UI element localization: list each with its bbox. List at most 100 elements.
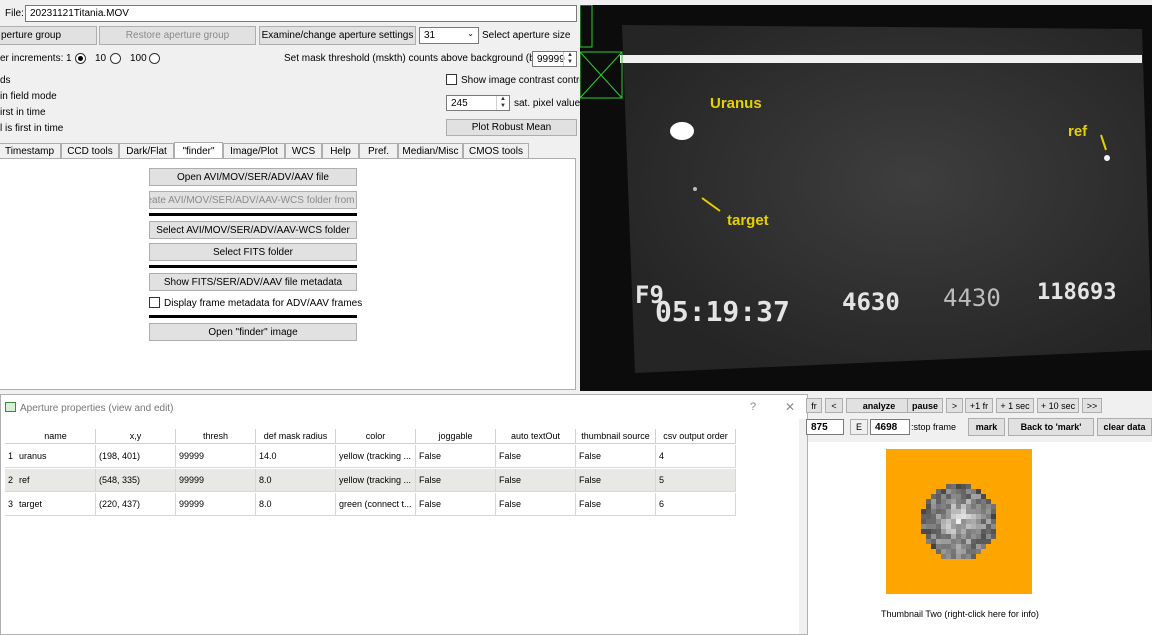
table-cell[interactable]: 99999: [176, 493, 256, 516]
column-header-name[interactable]: name: [16, 429, 96, 444]
column-header-mask-radius[interactable]: def mask radius: [256, 429, 336, 444]
plus-ten-sec-button[interactable]: + 10 sec: [1037, 398, 1079, 413]
table-cell[interactable]: False: [496, 445, 576, 468]
table-cell[interactable]: 4: [656, 445, 736, 468]
clear-data-button[interactable]: clear data: [1097, 418, 1152, 436]
plus-one-frame-button[interactable]: +1 fr: [965, 398, 993, 413]
tab-wcs[interactable]: WCS: [285, 143, 322, 159]
sat-pixel-input[interactable]: 245 ▲ ▼: [446, 95, 510, 111]
add-aperture-group-button[interactable]: perture group: [0, 26, 97, 45]
tab-pref[interactable]: Pref.: [359, 143, 398, 159]
stop-frame-input[interactable]: 4698: [870, 419, 910, 435]
plus-one-sec-button[interactable]: + 1 sec: [996, 398, 1034, 413]
table-cell[interactable]: False: [576, 469, 656, 492]
table-cell[interactable]: yellow (tracking ...: [336, 445, 416, 468]
column-header-xy[interactable]: x,y: [96, 429, 176, 444]
tab-help[interactable]: Help: [322, 143, 359, 159]
open-file-button[interactable]: Open AVI/MOV/SER/ADV/AAV file: [149, 168, 357, 186]
column-header-thumbnail-source[interactable]: thumbnail source: [576, 429, 656, 444]
thumbnail-pixel: [936, 539, 941, 544]
table-cell[interactable]: (220, 437): [96, 493, 176, 516]
table-cell[interactable]: ref: [16, 469, 96, 492]
fast-forward-button[interactable]: >>: [1082, 398, 1102, 413]
spinner-icon[interactable]: ▲ ▼: [496, 96, 509, 110]
increment-radio-10[interactable]: [110, 53, 121, 64]
column-header-color[interactable]: color: [336, 429, 416, 444]
examine-aperture-settings-button[interactable]: Examine/change aperture settings: [259, 26, 416, 45]
table-cell[interactable]: False: [416, 493, 496, 516]
analyze-button[interactable]: analyze: [846, 398, 912, 413]
tab-cmos-tools[interactable]: CMOS tools: [463, 143, 529, 159]
tab-timestamp[interactable]: Timestamp: [0, 143, 61, 159]
table-cell[interactable]: False: [576, 493, 656, 516]
start-frame-input[interactable]: 875: [806, 419, 844, 435]
back-button[interactable]: <: [825, 398, 843, 413]
thumbnail-pixel: [956, 504, 961, 509]
select-fits-folder-button[interactable]: Select FITS folder: [149, 243, 357, 261]
create-folder-button[interactable]: Create AVI/MOV/SER/ADV/AAV-WCS folder fr…: [149, 191, 357, 209]
control-panel: File: 20231121Titania.MOV perture group …: [0, 0, 587, 392]
spinner-icon[interactable]: ▲ ▼: [563, 52, 576, 66]
increment-radio-1[interactable]: [75, 53, 86, 64]
tab-finder[interactable]: "finder": [174, 142, 223, 159]
back-to-mark-button[interactable]: Back to 'mark': [1008, 418, 1094, 436]
thumbnail-pixel: [936, 489, 941, 494]
forward-button[interactable]: >: [946, 398, 963, 413]
aperture-size-select[interactable]: 31 ⌄: [419, 27, 479, 44]
thumbnail-pixel: [921, 514, 926, 519]
column-header-joggable[interactable]: joggable: [416, 429, 496, 444]
contrast-checkbox[interactable]: [446, 74, 457, 85]
thumbnail-pixel: [926, 514, 931, 519]
thumbnail-pixel: [986, 514, 991, 519]
restore-aperture-group-button[interactable]: Restore aperture group: [99, 26, 256, 45]
table-cell[interactable]: 5: [656, 469, 736, 492]
table-cell[interactable]: False: [576, 445, 656, 468]
tab-image-plot[interactable]: Image/Plot: [223, 143, 285, 159]
table-cell[interactable]: False: [416, 469, 496, 492]
column-header-thresh[interactable]: thresh: [176, 429, 256, 444]
tab-ccd-tools[interactable]: CCD tools: [61, 143, 119, 159]
pause-button[interactable]: pause: [907, 398, 943, 413]
table-cell[interactable]: 14.0: [256, 445, 336, 468]
table-cell[interactable]: yellow (tracking ...: [336, 469, 416, 492]
row-header[interactable]: 1: [5, 445, 16, 468]
table-cell[interactable]: 8.0: [256, 469, 336, 492]
column-header-auto-textout[interactable]: auto textOut: [496, 429, 576, 444]
table-cell[interactable]: green (connect t...: [336, 493, 416, 516]
select-folder-button[interactable]: Select AVI/MOV/SER/ADV/AAV-WCS folder: [149, 221, 357, 239]
open-finder-image-button[interactable]: Open "finder" image: [149, 323, 357, 341]
table-cell[interactable]: (198, 401): [96, 445, 176, 468]
mark-button[interactable]: mark: [968, 418, 1005, 436]
thumbnail-image[interactable]: [886, 449, 1032, 594]
table-cell[interactable]: False: [416, 445, 496, 468]
prev-frame-button[interactable]: fr: [806, 398, 822, 413]
tab-median-misc[interactable]: Median/Misc: [398, 143, 463, 159]
table-cell[interactable]: False: [496, 469, 576, 492]
thumbnail-pixel: [981, 499, 986, 504]
file-input[interactable]: 20231121Titania.MOV: [25, 5, 577, 22]
table-cell[interactable]: target: [16, 493, 96, 516]
vertical-scrollbar[interactable]: [799, 419, 807, 634]
plot-robust-mean-button[interactable]: Plot Robust Mean: [446, 119, 577, 136]
thumbnail-pixel: [986, 539, 991, 544]
image-display[interactable]: Uranus target ref F9 05:19:37 4630 4430 …: [580, 5, 1152, 391]
table-cell[interactable]: uranus: [16, 445, 96, 468]
thumbnail-pixel: [931, 514, 936, 519]
table-cell[interactable]: (548, 335): [96, 469, 176, 492]
table-cell[interactable]: 99999: [176, 469, 256, 492]
thumbnail-pixel: [951, 519, 956, 524]
increment-radio-100[interactable]: [149, 53, 160, 64]
row-header[interactable]: 3: [5, 493, 16, 516]
column-header-csv-order[interactable]: csv output order: [656, 429, 736, 444]
table-cell[interactable]: 8.0: [256, 493, 336, 516]
threshold-input[interactable]: 99999 ▲ ▼: [532, 51, 577, 67]
table-cell[interactable]: 99999: [176, 445, 256, 468]
table-cell[interactable]: False: [496, 493, 576, 516]
display-metadata-checkbox[interactable]: [149, 297, 160, 308]
show-metadata-button[interactable]: Show FITS/SER/ADV/AAV file metadata: [149, 273, 357, 291]
display-metadata-label: Display frame metadata for ADV/AAV frame…: [164, 298, 363, 309]
tab-dark-flat[interactable]: Dark/Flat: [119, 143, 174, 159]
thumbnail-pixel: [976, 509, 981, 514]
table-cell[interactable]: 6: [656, 493, 736, 516]
row-header[interactable]: 2: [5, 469, 16, 492]
